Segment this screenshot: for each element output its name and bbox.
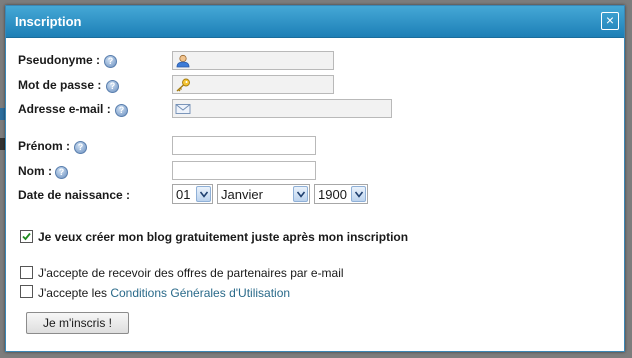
key-icon [176, 78, 190, 92]
chevron-down-icon [196, 186, 211, 202]
chevron-down-icon [351, 186, 366, 202]
prenom-label: Prénom : [18, 139, 71, 153]
close-button[interactable]: × [601, 12, 619, 30]
pseudonyme-label: Pseudonyme : [18, 53, 101, 67]
year-select-value: 1900 [318, 187, 347, 202]
terms-checkbox-label: J'accepte les Conditions Générales d'Uti… [38, 286, 290, 300]
password-label: Mot de passe : [18, 78, 102, 92]
partners-checkbox[interactable] [20, 266, 33, 279]
year-select[interactable]: 1900 [314, 184, 368, 204]
email-input[interactable] [172, 99, 392, 118]
register-button[interactable]: Je m'inscris ! [26, 312, 129, 334]
month-select-value: Janvier [221, 187, 263, 202]
dialog-titlebar: Inscription × [6, 6, 624, 38]
day-select[interactable]: 01 [172, 184, 213, 204]
birthdate-label: Date de naissance : [18, 188, 131, 202]
month-select[interactable]: Janvier [217, 184, 310, 204]
password-input[interactable] [172, 75, 334, 94]
registration-dialog: Inscription × Pseudonyme : ? Mot de pass… [5, 5, 625, 352]
user-icon [176, 54, 190, 68]
nom-input[interactable] [172, 161, 316, 180]
help-icon[interactable]: ? [55, 166, 68, 179]
blog-checkbox[interactable] [20, 230, 33, 243]
check-icon [22, 232, 31, 241]
chevron-down-icon [293, 186, 308, 202]
help-icon[interactable]: ? [74, 141, 87, 154]
partners-checkbox-label[interactable]: J'accepte de recevoir des offres de part… [38, 266, 344, 280]
terms-prefix[interactable]: J'accepte les [38, 286, 110, 300]
email-label: Adresse e-mail : [18, 102, 111, 116]
day-select-value: 01 [176, 187, 191, 202]
help-icon[interactable]: ? [115, 104, 128, 117]
terms-checkbox[interactable] [20, 285, 33, 298]
help-icon[interactable]: ? [104, 55, 117, 68]
prenom-input[interactable] [172, 136, 316, 155]
blog-checkbox-label[interactable]: Je veux créer mon blog gratuitement just… [38, 230, 408, 244]
terms-link[interactable]: Conditions Générales d'Utilisation [110, 286, 290, 300]
pseudonyme-input[interactable] [172, 51, 334, 70]
nom-label: Nom : [18, 164, 52, 178]
envelope-icon [175, 104, 191, 114]
help-icon[interactable]: ? [106, 80, 119, 93]
dialog-title: Inscription [15, 14, 82, 29]
close-icon: × [605, 12, 615, 28]
